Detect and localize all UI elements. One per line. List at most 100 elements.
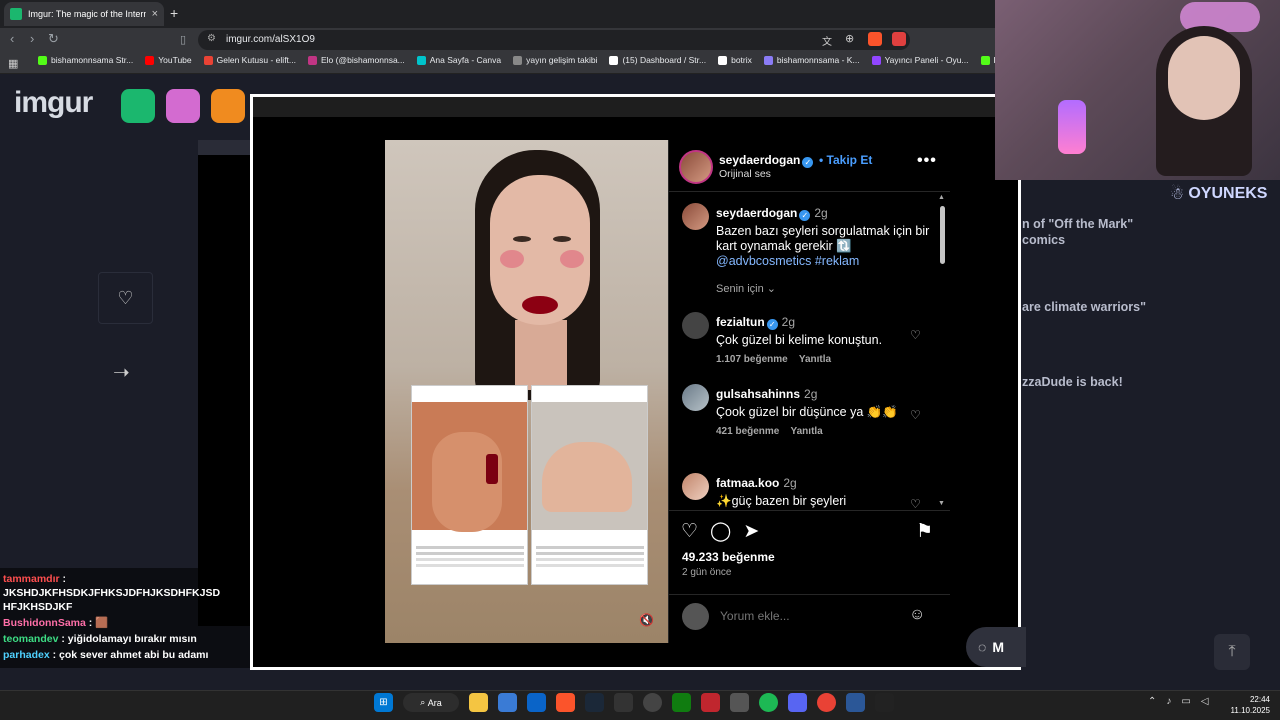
video-lips: [522, 296, 558, 314]
bookmark-item[interactable]: Gelen Kutusu - elift...: [203, 55, 296, 65]
xbox-icon[interactable]: [672, 693, 691, 712]
mute-icon[interactable]: 🔇: [639, 613, 654, 627]
caption: seydaerdogan ✓ 2g Bazen bazı şeyleri sorgu…: [716, 206, 931, 269]
comment: fatmaa.koo 2g ✨güç bazen bir şeyleri: [716, 476, 847, 508]
comment-avatar[interactable]: [682, 473, 709, 500]
caption-link[interactable]: @advbcosmetics #reklam: [716, 254, 931, 269]
like-count[interactable]: 49.233 beğenme: [682, 550, 775, 564]
zoom-icon[interactable]: ⊕: [845, 32, 854, 45]
author-username[interactable]: seydaerdogan ✓: [719, 153, 814, 168]
browser-tab[interactable]: Imgur: The magic of the Internet ×: [4, 2, 164, 26]
app-icon[interactable]: [701, 693, 720, 712]
store-icon[interactable]: [498, 693, 517, 712]
file-explorer-icon[interactable]: [469, 693, 488, 712]
brave-icon[interactable]: [556, 693, 575, 712]
reply-button[interactable]: Yanıtla: [799, 354, 831, 365]
bookmark-item[interactable]: Elo (@bishamonnsa...: [308, 55, 405, 65]
caption-avatar[interactable]: [682, 203, 709, 230]
spotify-icon[interactable]: [759, 693, 778, 712]
reload-icon[interactable]: ↻: [48, 31, 59, 47]
save-bookmark-icon[interactable]: ⚑: [916, 520, 933, 543]
share-send-icon[interactable]: ➤: [743, 520, 759, 543]
bookmark-item[interactable]: bishamonnsama Str...: [38, 55, 133, 65]
messenger-button[interactable]: ◌ M: [966, 627, 1026, 667]
author-avatar[interactable]: [679, 150, 713, 184]
scroll-up-arrow-icon[interactable]: ▲: [938, 194, 945, 201]
epic-games-icon[interactable]: [614, 693, 633, 712]
scroll-down-arrow-icon[interactable]: ▼: [938, 500, 945, 507]
start-icon[interactable]: ⊞: [374, 693, 393, 712]
search-button[interactable]: ⌕ Ara: [403, 693, 459, 712]
meme-button[interactable]: [166, 89, 200, 123]
forward-icon[interactable]: ›: [30, 31, 34, 46]
imgur-logo[interactable]: imgur: [14, 86, 93, 120]
upload-button[interactable]: [121, 89, 155, 123]
video-blush: [560, 250, 584, 268]
close-tab-icon[interactable]: ×: [152, 8, 158, 20]
games-button[interactable]: [211, 89, 245, 123]
davinci-icon[interactable]: [846, 693, 865, 712]
bookmark-item[interactable]: yayın gelişim takibi: [513, 55, 597, 65]
chat-username[interactable]: teomandev: [3, 633, 58, 645]
bookmark-favicon-icon: [980, 55, 990, 65]
for-you-dropdown[interactable]: Senin için ⌄: [716, 282, 776, 295]
back-icon[interactable]: ‹: [10, 31, 14, 46]
comment-like-icon[interactable]: ♡: [910, 328, 921, 342]
volume-icon[interactable]: ◁: [1201, 696, 1209, 707]
comment-like-icon[interactable]: ♡: [910, 408, 921, 422]
caption-text: Bazen bazı şeyleri sorgulatmak için bir …: [716, 224, 930, 253]
comment-likes[interactable]: 421 beğenme: [716, 426, 779, 437]
steam-icon[interactable]: [585, 693, 604, 712]
chevron-up-icon[interactable]: ⌃: [1148, 696, 1156, 707]
bookmark-item[interactable]: botrix: [718, 55, 752, 65]
outlook-icon[interactable]: [527, 693, 546, 712]
brave-shield-icon[interactable]: [868, 32, 882, 46]
clock[interactable]: 22:44 11.10.2025: [1226, 694, 1270, 716]
bookmark-item[interactable]: (15) Dashboard / Str...: [609, 55, 706, 65]
translate-icon[interactable]: 文: [822, 33, 832, 48]
settings-icon[interactable]: [730, 693, 749, 712]
right-post-title[interactable]: are climate warriors": [1022, 299, 1162, 315]
share-arrow-icon[interactable]: ➝: [113, 360, 130, 385]
post-time: 2 gün önce: [682, 567, 732, 578]
more-options-icon[interactable]: •••: [917, 152, 937, 170]
site-info-icon[interactable]: ⚙: [207, 33, 216, 44]
right-post-title[interactable]: zzaDude is back!: [1022, 374, 1162, 390]
bookmark-item[interactable]: YouTube: [145, 55, 192, 65]
chat-username[interactable]: parhadex: [3, 649, 50, 661]
bookmark-item[interactable]: Yayıncı Paneli - Oyu...: [871, 55, 969, 65]
audio-label[interactable]: Orijinal ses: [719, 168, 771, 180]
network-icon[interactable]: ▭: [1181, 696, 1190, 707]
chrome-icon[interactable]: [817, 693, 836, 712]
comment-bubble-icon[interactable]: ◯: [710, 520, 731, 543]
comment-input[interactable]: [720, 609, 890, 623]
comment-avatar[interactable]: [682, 384, 709, 411]
right-post-title[interactable]: n of "Off the Mark" comics: [1022, 216, 1152, 248]
capcut-icon[interactable]: [875, 693, 894, 712]
chat-username[interactable]: tammamdır: [3, 573, 60, 585]
bookmark-page-icon[interactable]: ▯: [180, 33, 186, 46]
emoji-icon[interactable]: ☺: [909, 606, 925, 624]
chat-username[interactable]: BushidonnSama: [3, 617, 86, 629]
reply-button[interactable]: Yanıtla: [791, 426, 823, 437]
comments-scrollbar[interactable]: [940, 206, 945, 264]
chat-message: tammamdır : JKSHDJKFHSDKJFHKSJDFHJKSDHFK…: [3, 573, 221, 613]
comment-like-icon[interactable]: ♡: [910, 497, 921, 511]
favorite-heart-icon[interactable]: ♡: [98, 272, 153, 324]
webcam-mic-light: [1058, 100, 1086, 154]
brave-rewards-icon[interactable]: [892, 32, 906, 46]
new-tab-icon[interactable]: +: [170, 5, 178, 21]
discord-icon[interactable]: [788, 693, 807, 712]
microphone-icon[interactable]: ♪: [1166, 696, 1171, 707]
follow-button[interactable]: • Takip Et: [819, 153, 872, 167]
chat-message: parhadex : çok sever ahmet abi bu adamı: [3, 649, 209, 661]
comment-likes[interactable]: 1.107 beğenme: [716, 354, 788, 365]
like-heart-icon[interactable]: ♡: [681, 520, 698, 543]
apps-grid-icon[interactable]: ▦: [8, 57, 18, 70]
address-bar[interactable]: imgur.com/alSX1O9: [198, 30, 910, 50]
bookmark-item[interactable]: Ana Sayfa - Canva: [416, 55, 501, 65]
bookmark-item[interactable]: bishamonnsama - K...: [763, 55, 860, 65]
comment-avatar[interactable]: [682, 312, 709, 339]
scroll-top-button[interactable]: ⤒: [1214, 634, 1250, 670]
obs-icon[interactable]: [643, 693, 662, 712]
